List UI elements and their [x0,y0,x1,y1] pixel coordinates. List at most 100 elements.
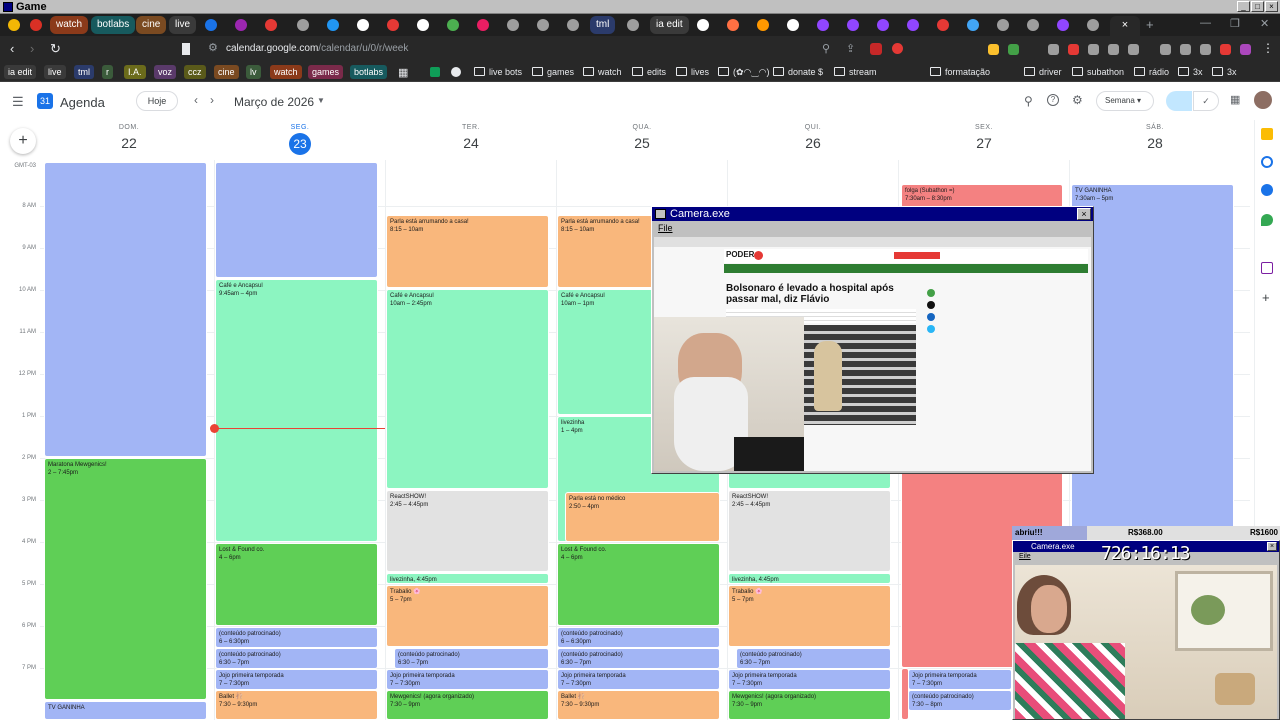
bookmark-folder[interactable]: live bots [474,65,522,79]
extension-icon[interactable] [1160,44,1171,55]
tab-favicon[interactable] [235,19,247,31]
tab-favicon[interactable] [537,19,549,31]
bookmark-folder[interactable]: 3x [1178,65,1203,79]
share-icon[interactable]: ⇪ [846,42,855,55]
calendar-event[interactable]: Ballet 🩰 7:30 – 9:30pm [557,690,720,720]
bookmark-folder[interactable]: watch [583,65,622,79]
bookmark-folder[interactable]: formatação [930,65,990,79]
tab-favicon[interactable] [937,19,949,31]
url-field[interactable]: calendar.google.com/calendar/u/0/r/week [226,43,408,54]
tab-favicon[interactable] [757,19,769,31]
calendar-event[interactable]: (conteúdo patrocinado) 6:30 – 7pm [557,648,720,669]
close-button[interactable]: × [1265,1,1278,12]
tab-favicon[interactable] [1057,19,1069,31]
help-icon[interactable]: ? [1047,94,1059,106]
day-header-today[interactable]: SEG. 23 [215,124,385,155]
minimize-button[interactable]: _ [1237,1,1250,12]
webcam-close-button[interactable]: × [1267,542,1277,551]
camera-close-button[interactable]: × [1077,208,1091,220]
maps-icon[interactable] [1261,214,1273,226]
bookmark-chip[interactable]: live [44,65,66,79]
avatar[interactable] [1254,91,1272,109]
calendar-event[interactable] [44,162,207,457]
tab-favicon[interactable] [447,19,459,31]
day-header[interactable]: DOM. 22 [44,124,214,151]
tab-favicon[interactable] [477,19,489,31]
extension-icon[interactable] [1128,44,1139,55]
calendar-event[interactable]: Jojo primeira temporada 7 – 7:30pm [557,669,720,690]
bookmark-chip[interactable]: r [102,65,113,79]
tab-favicon[interactable] [877,19,889,31]
calendar-event[interactable]: TV GANINHA 7:30am – 5pm [1071,184,1234,529]
tab-favicon[interactable] [297,19,309,31]
tasks-icon[interactable] [1261,156,1273,168]
tab-favicon[interactable] [387,19,399,31]
contacts-icon[interactable] [1261,184,1273,196]
tab-favicon[interactable] [417,19,429,31]
chrome-icon[interactable] [8,19,20,31]
calendar-event[interactable]: (conteúdo patrocinado) 7:30 – 8pm [908,690,1012,711]
bookmark-chip[interactable]: cine [214,65,239,79]
extension-icon[interactable] [1108,44,1119,55]
reload-icon[interactable]: ↻ [50,42,61,55]
tab-favicon[interactable] [507,19,519,31]
webcam-window[interactable]: Camera.exe × Eile 726:16:13 [1012,540,1280,720]
sheets-icon[interactable] [430,67,440,77]
bookmark-chip[interactable]: voz [154,65,177,79]
bookmark-chip[interactable]: I.A. [124,65,146,79]
bookmark-folder[interactable]: stream [834,65,877,79]
bookmark-folder[interactable]: (✿◠‿◠) [718,65,769,79]
bookmark-chip[interactable]: games [308,65,344,79]
calendar-event[interactable]: ReactSHOW! 2:45 – 4:45pm [728,490,891,572]
bookmark-folder[interactable]: games [532,65,574,79]
extension-icon[interactable] [988,44,999,55]
calendar-event[interactable]: livezinha, 4:45pm [386,573,549,584]
calendar-event[interactable]: Mewgenics! (agora organizado) 7:30 – 9pm [386,690,549,720]
calendar-event[interactable]: Jojo primeira temporada 7 – 7:30pm [908,669,1012,690]
bookmark-folder[interactable]: edits [632,65,666,79]
star-icon[interactable] [870,43,882,55]
calendar-event[interactable] [215,162,378,278]
calendar-event[interactable]: Jojo primeira temporada 7 – 7:30pm [386,669,549,690]
bookmark-folder[interactable]: driver [1024,65,1062,79]
keep-icon[interactable] [1261,128,1273,140]
calendar-event[interactable]: (conteúdo patrocinado) 6:30 – 7pm [394,648,549,669]
extension-icon[interactable] [1088,44,1099,55]
bookmark-chip[interactable]: watch [270,65,302,79]
calendar-view-toggle[interactable] [1166,91,1192,111]
camera-window[interactable]: Camera.exe × File PODER Bolsonaro é levad… [651,206,1094,474]
tab-favicon[interactable] [205,19,217,31]
calendar-event[interactable]: (conteúdo patrocinado) 6 – 6:30pm [557,627,720,648]
calendar-event[interactable]: Ballet 🩰 7:30 – 9:30pm [215,690,378,720]
calendar-event[interactable]: Café e Ancapsul 9:45am – 4pm [215,279,378,542]
tab-favicon[interactable] [627,19,639,31]
chrome-icon[interactable] [451,67,461,77]
day-header[interactable]: SÁB. 28 [1070,124,1240,151]
day-header[interactable]: SEX. 27 [899,124,1069,151]
extension-icon[interactable] [1008,44,1019,55]
tab-favicon[interactable] [327,19,339,31]
new-tab-icon[interactable]: + [1146,17,1154,32]
calendar-event[interactable]: Jojo primeira temporada 7 – 7:30pm [728,669,891,690]
tab-favicon[interactable] [907,19,919,31]
close-window-icon[interactable]: ✕ [1260,17,1269,30]
bookmark-folder[interactable]: donate $ [773,65,823,79]
tasks-view-toggle[interactable]: ✓ [1193,91,1219,111]
bookmark-folder[interactable]: lives [676,65,709,79]
tab-favicon[interactable] [787,19,799,31]
bookmark-folder[interactable]: subathon [1072,65,1124,79]
addon-icon[interactable] [1261,262,1273,274]
tab-botlabs[interactable]: botlabs [91,16,136,34]
tab-favicon[interactable] [997,19,1009,31]
day-header[interactable]: QUI. 26 [728,124,898,151]
calendar-event[interactable]: Lost & Found co. 4 – 6pm [215,543,378,626]
bookmark-chip[interactable]: ia edit [4,65,37,79]
apps-grid-icon[interactable]: ▦ [398,66,408,79]
create-button[interactable]: + [10,128,36,154]
tab-favicon[interactable] [265,19,277,31]
extension-icon[interactable] [892,43,903,54]
calendar-event[interactable]: Jojo primeira temporada 7 – 7:30pm [215,669,378,690]
google-apps-icon[interactable]: ▦ [1230,93,1240,106]
calendar-event[interactable]: Mewgenics! (agora organizado) 7:30 – 9pm [728,690,891,720]
bookmark-chip[interactable]: lv [246,65,261,79]
